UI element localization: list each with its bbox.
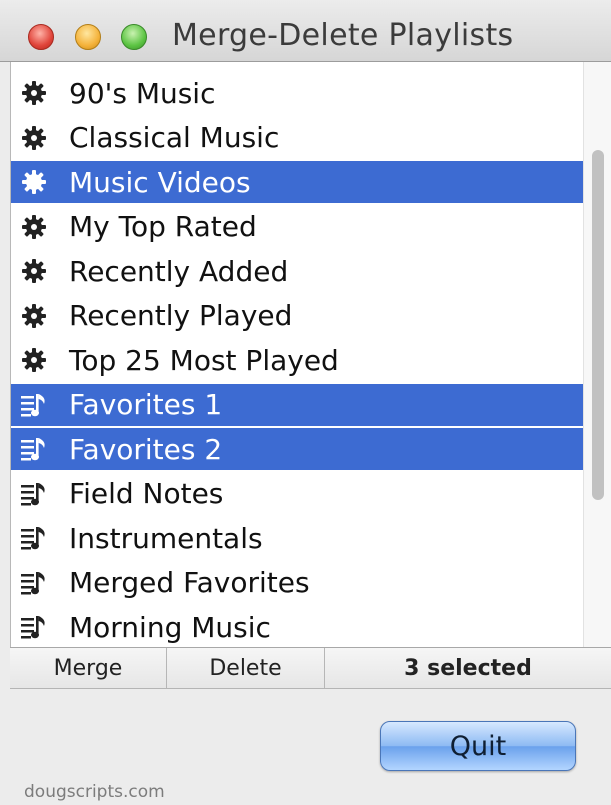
playlist-label: Morning Music — [69, 610, 271, 644]
playlist-row[interactable]: Recently Played — [11, 295, 583, 337]
gear-icon — [11, 117, 57, 159]
scroll-thumb[interactable] — [592, 150, 604, 500]
playlist-icon — [11, 517, 57, 559]
quit-button[interactable]: Quit — [380, 721, 576, 771]
footer-link[interactable]: dougscripts.com — [24, 782, 165, 802]
playlist-label: Merged Favorites — [69, 566, 310, 599]
playlist-label: Field Notes — [69, 477, 224, 510]
title-bar: Merge-Delete Playlists — [0, 0, 611, 62]
playlist-list[interactable]: 90's Music Classical Music Music Videos My … — [10, 62, 611, 647]
playlist-label: 90's Music — [69, 76, 216, 110]
playlist-row[interactable]: Favorites 2 — [11, 428, 583, 470]
playlist-icon — [11, 428, 57, 470]
scrollbar[interactable] — [583, 62, 611, 647]
playlist-row[interactable]: Favorites 1 — [11, 383, 583, 426]
gear-icon — [11, 161, 57, 203]
playlist-label: My Top Rated — [69, 210, 257, 243]
playlist-icon — [11, 562, 57, 604]
playlist-row[interactable]: Music Videos — [11, 161, 583, 203]
playlist-row[interactable]: Recently Added — [11, 250, 583, 292]
merge-button[interactable]: Merge — [10, 648, 167, 688]
playlist-icon — [11, 384, 57, 426]
playlist-label: Music Videos — [69, 165, 251, 199]
gear-icon — [11, 339, 57, 381]
action-bar: Merge Delete 3 selected — [10, 647, 611, 689]
playlist-label: Top 25 Most Played — [69, 343, 339, 377]
selection-count: 3 selected — [404, 655, 532, 681]
window-title: Merge-Delete Playlists — [172, 18, 514, 53]
playlist-label: Favorites 2 — [69, 432, 223, 466]
zoom-button[interactable] — [121, 24, 147, 50]
playlist-label: Recently Added — [69, 254, 289, 288]
playlist-label: Recently Played — [69, 299, 293, 332]
gear-icon — [11, 72, 57, 114]
playlist-label: Classical Music — [69, 121, 280, 154]
playlist-row[interactable]: Morning Music — [11, 606, 583, 647]
playlist-row[interactable]: Instrumentals — [11, 517, 583, 559]
playlist-row[interactable]: 90's Music — [11, 72, 583, 114]
playlist-row[interactable]: Classical Music — [11, 117, 583, 159]
gear-icon — [11, 295, 57, 337]
delete-button[interactable]: Delete — [167, 648, 325, 688]
gear-icon — [11, 250, 57, 292]
gear-icon — [11, 206, 57, 248]
playlist-icon — [11, 473, 57, 515]
playlist-icon — [11, 606, 57, 647]
playlist-row[interactable]: My Top Rated — [11, 206, 583, 248]
minimize-button[interactable] — [75, 24, 101, 50]
playlist-row[interactable]: Field Notes — [11, 473, 583, 515]
playlist-row[interactable]: Top 25 Most Played — [11, 339, 583, 381]
playlist-label: Instrumentals — [69, 521, 263, 555]
playlist-row[interactable]: Merged Favorites — [11, 562, 583, 604]
playlist-label: Favorites 1 — [69, 388, 223, 421]
close-button[interactable] — [28, 24, 54, 50]
